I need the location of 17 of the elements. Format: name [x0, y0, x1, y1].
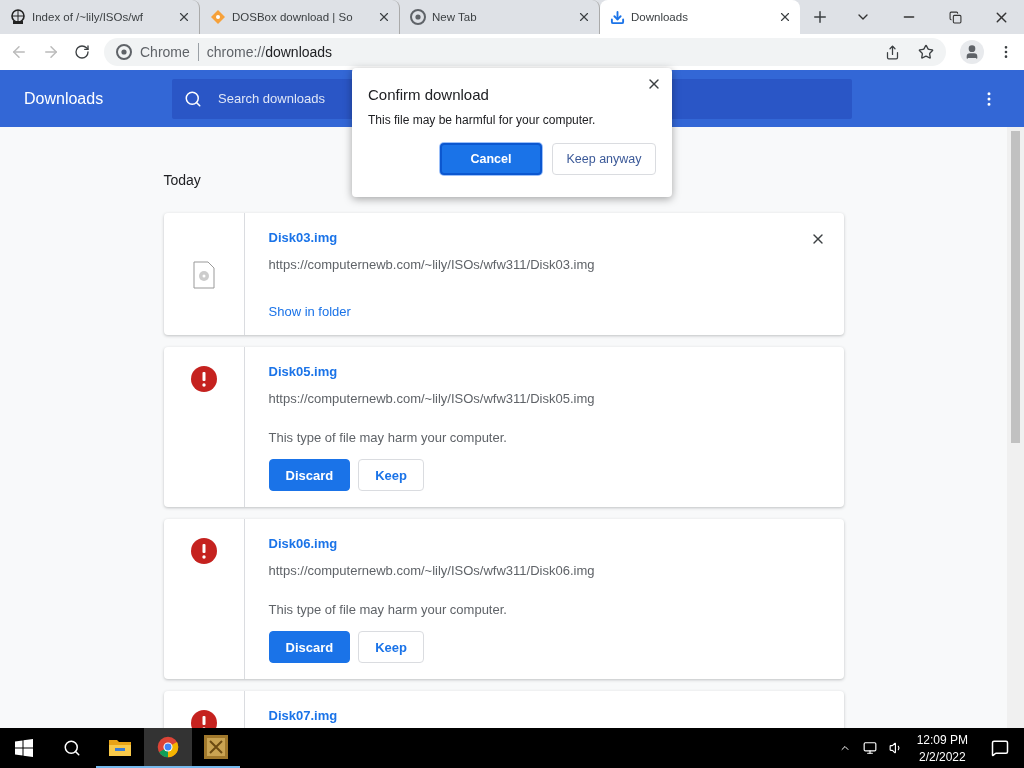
file-url: https://computernewb.com/~lily/ISOs/wfw311/Disk06.img: [268, 563, 596, 578]
file-url: https://computernewb.com/~lily/ISOs/wfw311/Disk03.img: [268, 257, 596, 272]
url-text: chrome://downloads: [206, 44, 333, 60]
warning-text: This type of file may harm your computer.: [268, 602, 508, 617]
tab-title: New Tab: [432, 11, 477, 23]
dialog-title: Confirm download: [368, 86, 490, 103]
site-label: Chrome: [140, 44, 190, 60]
tab-title: DOSBox download | So: [232, 11, 353, 23]
page-title: Downloads: [24, 89, 105, 108]
warning-text: This type of file may harm your computer.: [268, 430, 508, 445]
date-text: 2/2/2022: [918, 749, 966, 764]
section-heading: Today: [163, 172, 202, 190]
tab-title: Downloads: [631, 11, 688, 23]
tab-title: Index of /~lily/ISOs/wf: [32, 11, 143, 23]
file-url: https://computernewb.com/~lily/ISOs/wfw311/Disk05.img: [268, 391, 596, 406]
time-text: 12:09 PM: [916, 732, 968, 747]
dialog-message: This file may be harmful for your computer.: [368, 113, 597, 127]
